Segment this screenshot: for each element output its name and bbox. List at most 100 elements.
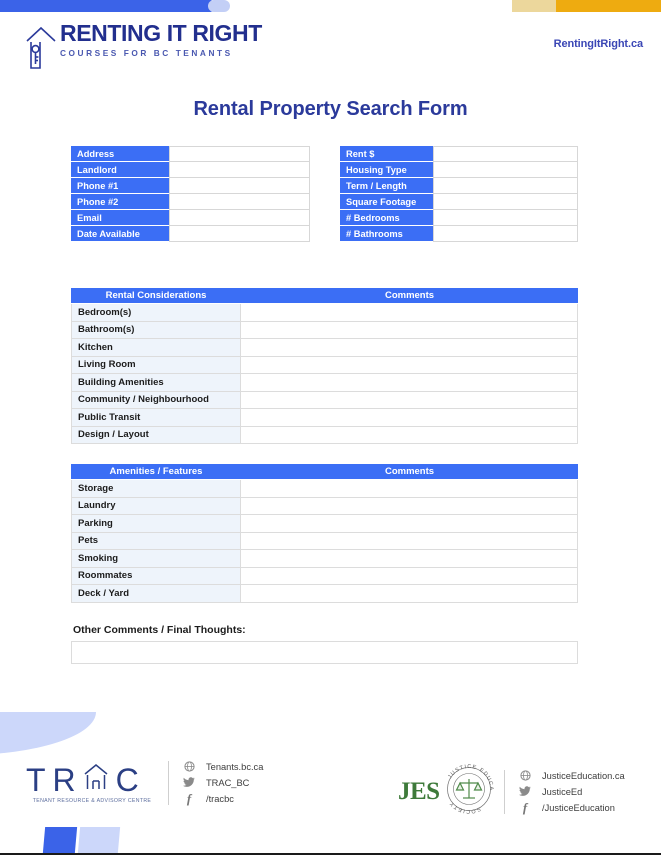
amenities-comment-input[interactable] (241, 480, 578, 498)
footer-link-text: Tenants.bc.ca (206, 761, 264, 772)
amenities-header-label: Amenities / Features (71, 464, 241, 480)
considerations-row-label: Design / Layout (71, 426, 241, 444)
right_fields-input[interactable] (433, 146, 578, 162)
left_fields-input[interactable] (169, 226, 310, 242)
considerations-row-label: Bedroom(s) (71, 304, 241, 322)
page-header: RENTING IT RIGHT COURSES FOR BC TENANTS … (0, 22, 661, 77)
considerations-row-label: Public Transit (71, 409, 241, 427)
left_fields-label: Date Available (71, 226, 169, 242)
amenities-comment-input[interactable] (241, 585, 578, 603)
considerations-comment-input[interactable] (241, 409, 578, 427)
trac-letter-r: R (52, 762, 76, 799)
svg-text:JUSTICE EDUCATION: JUSTICE EDUCATION (440, 760, 494, 791)
considerations-header-label: Rental Considerations (71, 288, 241, 304)
footer-link-row[interactable]: Tenants.bc.ca (181, 760, 263, 773)
globe-icon (517, 770, 533, 781)
jes-links-list: JusticeEducation.ca JusticeEd f/JusticeEdu… (517, 769, 625, 815)
table-row: Kitchen (71, 339, 578, 357)
amenities-comment-input[interactable] (241, 550, 578, 568)
considerations-comment-input[interactable] (241, 374, 578, 392)
considerations-header-comments: Comments (241, 288, 578, 304)
footer-link-row[interactable]: TRAC_BC (181, 776, 263, 789)
left_fields-input[interactable] (169, 194, 310, 210)
considerations-comment-input[interactable] (241, 339, 578, 357)
table-row: Design / Layout (71, 426, 578, 444)
left_fields-label: Phone #1 (71, 178, 169, 194)
considerations-comment-input[interactable] (241, 356, 578, 374)
right_fields-input[interactable] (433, 178, 578, 194)
info-row: Landlord (71, 162, 310, 178)
considerations-comment-input[interactable] (241, 321, 578, 339)
amenities-comment-input[interactable] (241, 497, 578, 515)
amenities-comment-input[interactable] (241, 532, 578, 550)
table-row: Smoking (71, 550, 578, 568)
top-decorative-bar (0, 0, 661, 12)
other-comments-input[interactable] (71, 641, 578, 664)
table-row: Roommates (71, 567, 578, 585)
brand-name: RENTING IT RIGHT (60, 20, 262, 46)
site-url-link[interactable]: RentingItRight.ca (554, 38, 643, 50)
amenities-header-comments: Comments (241, 464, 578, 480)
footer-link-row[interactable]: f/tracbc (181, 791, 263, 806)
amenities-comment-input[interactable] (241, 515, 578, 533)
left_fields-label: Email (71, 210, 169, 226)
considerations-row-label: Community / Neighbourhood (71, 391, 241, 409)
right_fields-label: Term / Length (340, 178, 433, 194)
trac-subtitle: TENANT RESOURCE & ADVISORY CENTRE (32, 797, 152, 804)
considerations-comment-input[interactable] (241, 391, 578, 409)
table-row: Laundry (71, 497, 578, 515)
table-row: Living Room (71, 356, 578, 374)
amenities-row-label: Storage (71, 480, 241, 498)
right_fields-input[interactable] (433, 194, 578, 210)
info-row: Housing Type (340, 162, 578, 178)
right_fields-input[interactable] (433, 162, 578, 178)
amenities-features-table: Amenities / Features Comments Storage Lau… (71, 464, 578, 603)
table-header-row: Amenities / Features Comments (71, 464, 578, 480)
brand-logo: RENTING IT RIGHT COURSES FOR BC TENANTS (24, 22, 262, 75)
amenities-row-label: Parking (71, 515, 241, 533)
info-row: Date Available (71, 226, 310, 242)
amenities-row-label: Deck / Yard (71, 585, 241, 603)
footer-link-row[interactable]: f/JusticeEducation (517, 799, 625, 815)
parallelogram-blue-decoration (42, 827, 78, 853)
footer-link-row[interactable]: JusticeEd (517, 785, 625, 798)
table-row: Parking (71, 515, 578, 533)
footer-link-row[interactable]: JusticeEducation.ca (517, 769, 625, 782)
parallelogram-light-decoration (77, 827, 121, 853)
page-title: Rental Property Search Form (193, 98, 468, 120)
considerations-comment-input[interactable] (241, 304, 578, 322)
globe-icon (181, 761, 197, 772)
table-row: Storage (71, 480, 578, 498)
brand-tagline: COURSES FOR BC TENANTS (60, 48, 233, 58)
trac-links-divider (168, 760, 169, 805)
twitter-icon (517, 786, 533, 797)
table-row: Bedroom(s) (71, 304, 578, 322)
left_fields-input[interactable] (169, 162, 310, 178)
page-footer: T R C TENANT RESOURCE & ADVISORY CENTRE … (0, 755, 661, 825)
facebook-icon: f (522, 799, 528, 815)
right_fields-input[interactable] (433, 210, 578, 226)
right_fields-input[interactable] (433, 226, 578, 242)
info-row: Email (71, 210, 310, 226)
left_fields-input[interactable] (169, 178, 310, 194)
amenities-comment-input[interactable] (241, 567, 578, 585)
top-bar-light-blue-segment (208, 0, 230, 12)
info-row: # Bedrooms (340, 210, 578, 226)
amenities-row-label: Roommates (71, 567, 241, 585)
considerations-comment-input[interactable] (241, 426, 578, 444)
jes-seal: JUSTICE EDUCATION SOCIETY (437, 756, 498, 823)
table-row: Building Amenities (71, 374, 578, 392)
table-row: Public Transit (71, 409, 578, 427)
brand-wordmark: RENTING IT RIGHT COURSES FOR BC TENANTS (60, 20, 262, 58)
left_fields-input[interactable] (169, 210, 310, 226)
info-row: Phone #2 (71, 194, 310, 210)
top-bar-gold-segment (556, 0, 661, 12)
left_fields-input[interactable] (169, 146, 310, 162)
jes-links-divider (504, 769, 505, 814)
info-row: Square Footage (340, 194, 578, 210)
info-row: # Bathrooms (340, 226, 578, 242)
table-row: Community / Neighbourhood (71, 391, 578, 409)
house-key-icon (24, 24, 58, 75)
info-row: Phone #1 (71, 178, 310, 194)
table-header-row: Rental Considerations Comments (71, 288, 578, 304)
